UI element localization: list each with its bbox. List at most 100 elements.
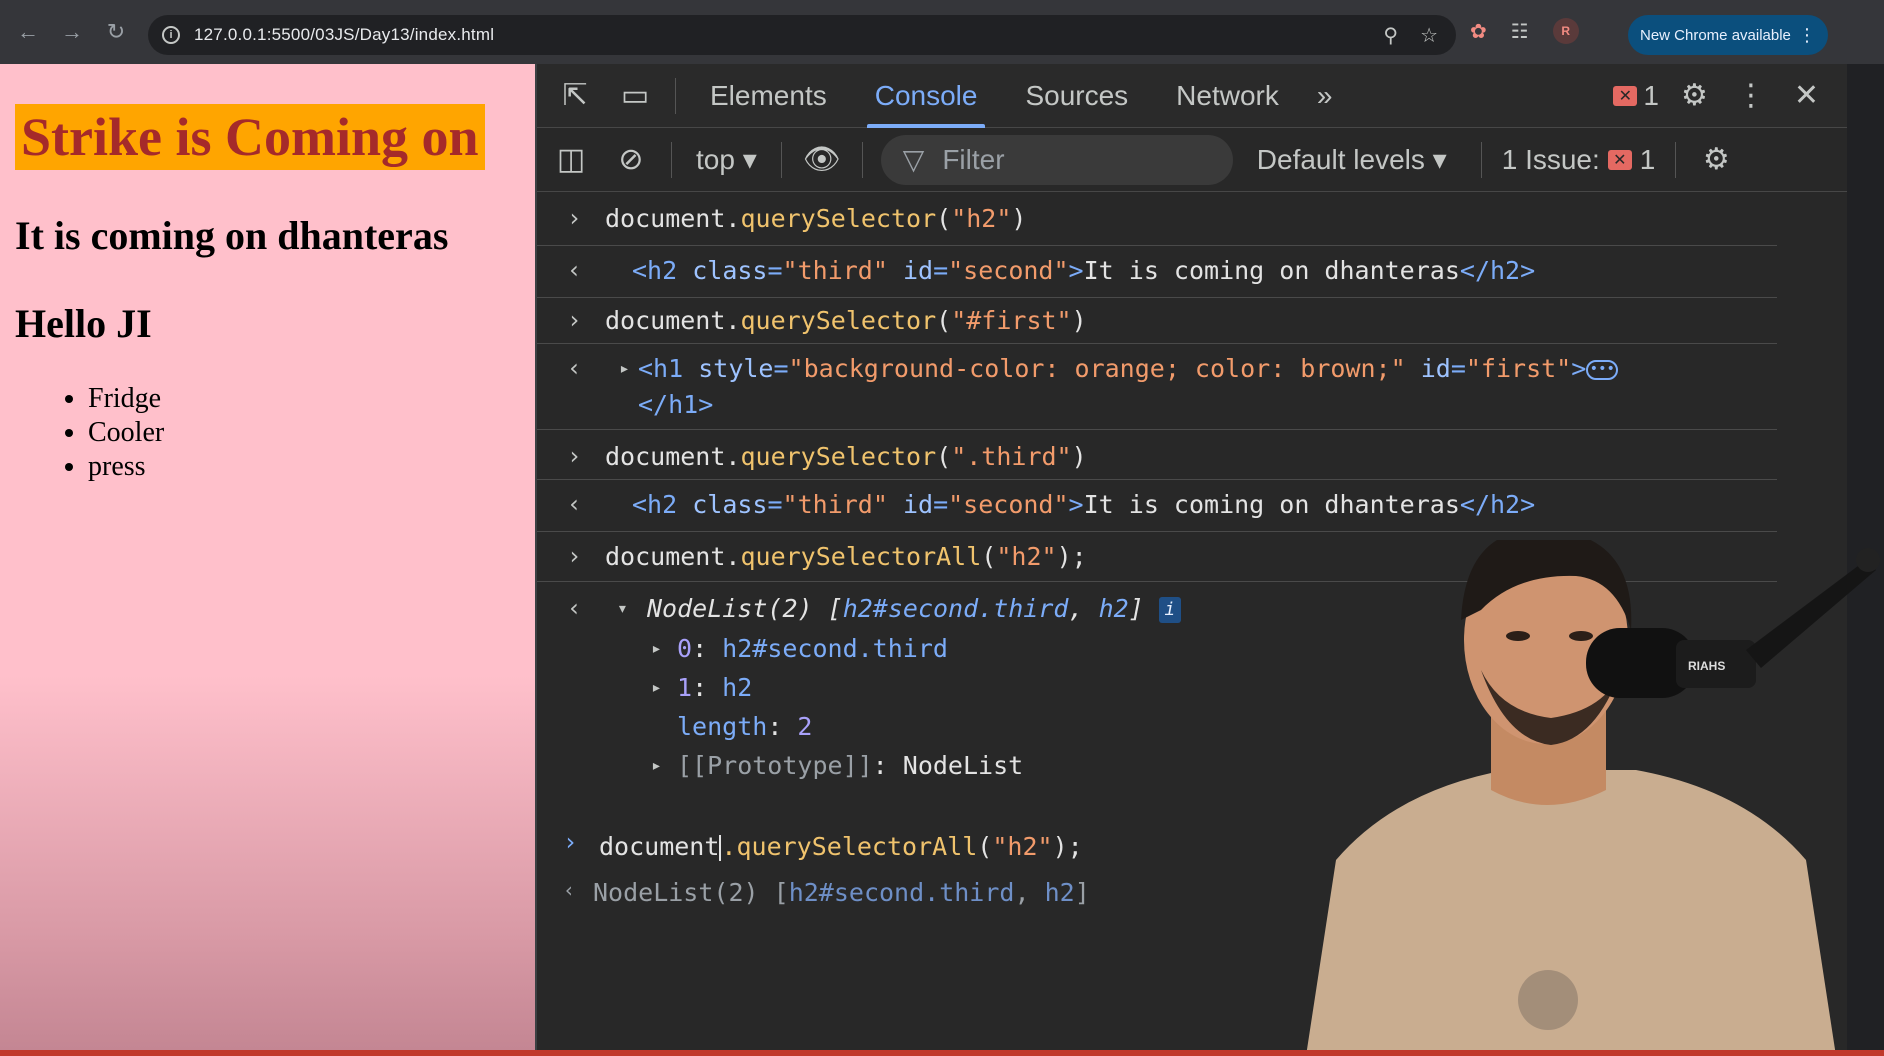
console-input-row: › document.querySelector(".third"): [537, 430, 1777, 480]
filter-funnel-icon: ▽: [902, 144, 925, 175]
console-toolbar: ◫ ⊘ top ▾ 👁 ▽ Filter Default levels ▾ 1 …: [537, 128, 1847, 192]
toolbar-separator: [1480, 141, 1482, 178]
devtools-tabbar: ⇱ ▭ Elements Console Sources Network » ✕…: [537, 64, 1847, 128]
presenter-webcam-overlay: RIAHS: [1276, 540, 1884, 1056]
live-expression-eye-icon[interactable]: 👁: [792, 142, 852, 177]
collapse-triangle-icon[interactable]: ▾: [617, 598, 628, 619]
element-node-link[interactable]: <h2 class="third" id="second">It is comi…: [632, 490, 1535, 519]
console-command[interactable]: document.querySelector("#first"): [605, 306, 1087, 335]
settings-gear-icon[interactable]: ⚙: [1681, 78, 1708, 113]
page-viewport: Strike is Coming on It is coming on dhan…: [0, 64, 535, 1050]
back-icon[interactable]: ←: [6, 10, 50, 54]
toolbar-separator: [1675, 141, 1677, 178]
issues-label: 1 Issue:: [1501, 143, 1600, 175]
filter-placeholder: Filter: [942, 143, 1005, 175]
element-close-tag: </h1>: [638, 390, 714, 419]
nodelist-entry[interactable]: 1: h2: [677, 673, 752, 702]
nodelist-prototype[interactable]: [[Prototype]]: NodeList: [677, 751, 1023, 780]
info-icon[interactable]: i: [1158, 597, 1181, 623]
console-settings-gear-icon[interactable]: ⚙: [1686, 142, 1746, 177]
kebab-menu-icon[interactable]: ⋮: [1798, 25, 1816, 46]
issues-counter[interactable]: 1 Issue: ✕ 1: [1492, 144, 1666, 176]
tab-console[interactable]: Console: [851, 64, 1002, 128]
console-result-row: ‹ ▸ <h1 style="background-color: orange;…: [537, 344, 1777, 430]
list-item: Cooler: [88, 416, 164, 450]
nodelist-entry[interactable]: 0: h2#second.third: [677, 634, 948, 663]
filter-input[interactable]: ▽ Filter: [880, 134, 1233, 185]
console-input-row: › document.querySelector("h2"): [537, 192, 1777, 246]
forward-icon[interactable]: →: [50, 10, 94, 54]
result-return-icon: ‹: [567, 256, 582, 284]
bookmark-star-icon[interactable]: ☆: [1420, 23, 1438, 48]
expand-triangle-icon[interactable]: ▸: [651, 638, 662, 659]
expand-triangle-icon[interactable]: ▸: [619, 358, 630, 379]
toolbar-separator: [675, 77, 676, 114]
expand-triangle-icon[interactable]: ▸: [651, 755, 662, 776]
console-input-text[interactable]: document.querySelectorAll("h2");: [599, 832, 1083, 861]
page-list: Fridge Cooler press: [88, 382, 164, 484]
log-levels-dropdown[interactable]: Default levels ▾: [1233, 143, 1471, 176]
nodelist-header[interactable]: NodeList(2) [h2#second.third, h2] i: [647, 594, 1181, 623]
issue-error-icon: ✕: [1607, 149, 1632, 170]
input-prompt-icon: ›: [567, 306, 582, 334]
input-prompt-icon: ›: [567, 442, 582, 470]
page-heading-hello: Hello JI: [15, 301, 152, 346]
error-icon: ✕: [1613, 85, 1638, 106]
list-item: Fridge: [88, 382, 164, 416]
inspect-element-icon[interactable]: ⇱: [545, 78, 605, 113]
result-return-icon: ‹: [567, 354, 582, 382]
tab-elements[interactable]: Elements: [686, 64, 851, 128]
sidebar-toggle-icon[interactable]: ◫: [541, 142, 601, 177]
console-input-row: › document.querySelector("#first"): [537, 298, 1777, 344]
url-text[interactable]: 127.0.0.1:5500/03JS/Day13/index.html: [194, 25, 494, 45]
zoom-icon[interactable]: ⚲: [1383, 23, 1398, 48]
error-counter[interactable]: ✕ 1: [1613, 80, 1659, 112]
browser-toolbar: ← → ↻ i 127.0.0.1:5500/03JS/Day13/index.…: [0, 0, 1884, 64]
expand-triangle-icon[interactable]: ▸: [651, 677, 662, 698]
site-info-icon[interactable]: i: [162, 26, 180, 44]
toolbar-separator: [780, 141, 782, 178]
tab-sources[interactable]: Sources: [1001, 64, 1152, 128]
address-bar[interactable]: i 127.0.0.1:5500/03JS/Day13/index.html ⚲…: [148, 15, 1456, 55]
issues-count: 1: [1639, 143, 1656, 175]
console-command[interactable]: document.querySelector("h2"): [605, 204, 1026, 233]
reload-icon[interactable]: ↻: [94, 10, 138, 54]
extensions-puzzle-icon[interactable]: ☷: [1511, 19, 1529, 44]
element-node-link[interactable]: <h2 class="third" id="second">It is comi…: [632, 256, 1535, 285]
close-icon[interactable]: ✕: [1794, 78, 1819, 113]
presenter-illustration: RIAHS: [1306, 540, 1880, 1056]
svg-text:RIAHS: RIAHS: [1688, 659, 1725, 673]
nodelist-length: length: 2: [677, 712, 813, 741]
device-toolbar-icon[interactable]: ▭: [605, 78, 665, 113]
list-item: press: [88, 450, 164, 484]
collapsed-content-ellipsis-icon[interactable]: •••: [1586, 360, 1619, 380]
console-command[interactable]: document.querySelector(".third"): [605, 442, 1087, 471]
page-heading-second: It is coming on dhanteras: [15, 213, 449, 258]
preview-text: NodeList(2) [h2#second.third, h2]: [593, 878, 1090, 907]
more-tabs-chevron-icon[interactable]: »: [1303, 80, 1347, 112]
context-label: top: [696, 144, 735, 175]
console-result-row: ‹ <h2 class="third" id="second">It is co…: [537, 480, 1777, 532]
update-label: New Chrome available: [1640, 26, 1791, 44]
preview-return-icon: ‹: [563, 878, 576, 902]
error-count: 1: [1643, 79, 1659, 111]
clear-console-icon[interactable]: ⊘: [601, 142, 661, 177]
prompt-icon: ›: [563, 828, 578, 856]
input-prompt-icon: ›: [567, 542, 582, 570]
avatar[interactable]: R: [1552, 18, 1579, 44]
extension-colorful-icon[interactable]: ✿: [1470, 19, 1487, 44]
more-options-icon[interactable]: ⋮: [1736, 78, 1766, 113]
result-return-icon: ‹: [567, 594, 582, 622]
result-return-icon: ‹: [567, 490, 582, 518]
context-selector[interactable]: top ▾: [682, 143, 771, 176]
element-node-link[interactable]: <h1 style="background-color: orange; col…: [638, 354, 1619, 383]
video-progress-strip: [0, 1050, 1884, 1056]
console-command[interactable]: document.querySelectorAll("h2");: [605, 542, 1087, 571]
tab-network[interactable]: Network: [1152, 64, 1303, 128]
toolbar-separator: [861, 141, 863, 178]
toolbar-separator: [671, 141, 672, 178]
page-heading-first: Strike is Coming on: [15, 104, 485, 170]
log-levels-label: Default levels: [1256, 144, 1425, 175]
chrome-update-button[interactable]: New Chrome available ⋮: [1628, 15, 1828, 55]
console-result-row: ‹ <h2 class="third" id="second">It is co…: [537, 246, 1777, 298]
